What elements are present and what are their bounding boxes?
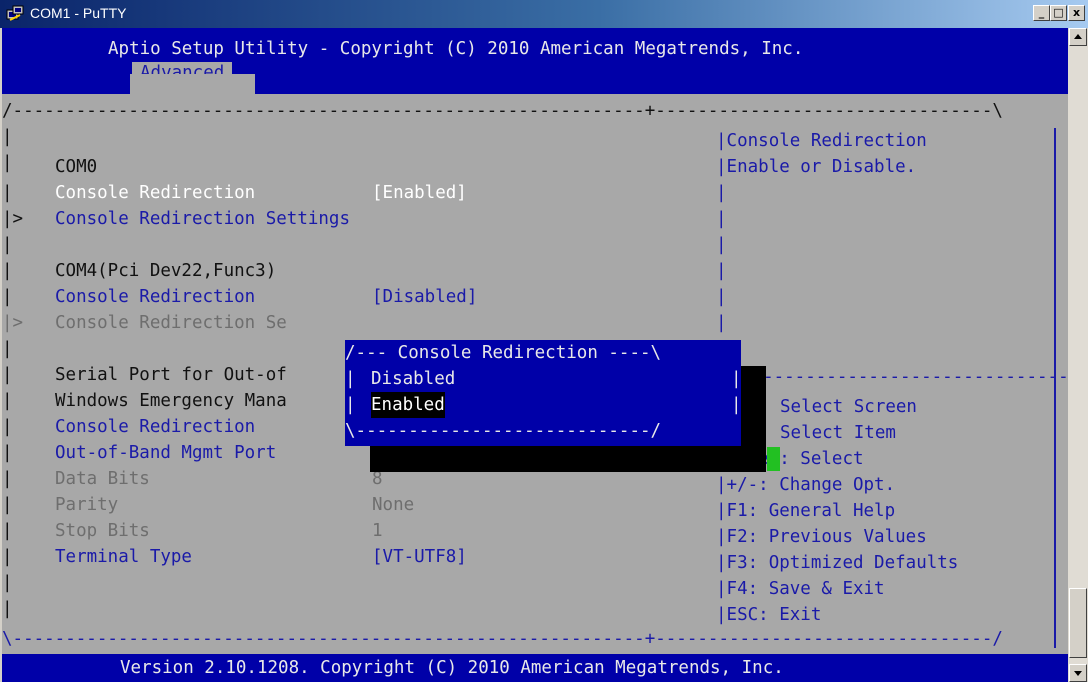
scrollbar-thumb[interactable] [1069,588,1087,658]
left-border: | [2,127,13,147]
left-border: | [2,235,13,255]
key-help-change: |+/-: Change Opt. [716,475,896,495]
box-top-border: /---------------------------------------… [2,101,1003,121]
left-border: | [2,599,13,619]
popup-option-disabled[interactable]: Disabled [371,366,455,392]
left-border: | [2,287,13,307]
divider: | [716,235,727,255]
terminal-type-value[interactable]: [VT-UTF8] [372,544,467,570]
console-redirection-com4-value[interactable]: [Disabled] [372,284,477,310]
putty-icon [6,5,24,21]
window-title: COM1 - PuTTY [30,5,127,21]
minimize-button[interactable]: _ [1033,5,1050,21]
window-title-bar[interactable]: COM1 - PuTTY _ □ x [0,0,1088,28]
popup-left-border: | [345,395,356,415]
divider: | [716,209,727,229]
com0-heading: COM0 [55,157,98,177]
popup-right-border: | [731,369,742,389]
right-border [1054,128,1058,648]
tab-advanced-cell [2,74,1068,94]
left-border: | [2,495,13,515]
left-border: | [2,417,13,437]
left-border: | [2,339,13,359]
parity-value: None [372,495,415,515]
bios-header-band: Aptio Setup Utility - Copyright (C) 2010… [2,28,1068,83]
left-border: | [2,521,13,541]
bios-footer-band: Version 2.10.1208. Copyright (C) 2010 Am… [2,654,1068,682]
key-help-f1: |F1: General Help [716,501,896,521]
divider: | [716,261,727,281]
divider: | [716,287,727,307]
key-help-f4: |F4: Save & Exit [716,579,885,599]
left-border: | [2,573,13,593]
help-line-2: |Enable or Disable. [716,157,917,177]
help-line-1: |Console Redirection [716,131,927,151]
left-border: | [2,391,13,411]
console-redirection-com4-label[interactable]: Console Redirection [55,284,255,310]
left-border: | [2,153,13,173]
terminal-type-label[interactable]: Terminal Type [55,544,192,570]
console-redirection-com0-label[interactable]: Console Redirection [55,180,255,206]
console-redirection-settings-com4[interactable]: Console Redirection Se [55,310,287,336]
left-border: | [2,365,13,385]
key-help-select-item: Select Item [780,423,896,443]
maximize-button[interactable]: □ [1050,5,1067,21]
popup-left-border: | [345,369,356,389]
divider: | [716,313,727,333]
serial-port-oob-heading: Serial Port for Out-of [55,365,287,385]
scroll-up-arrow-icon[interactable] [1069,28,1087,46]
divider: | [716,183,727,203]
left-border: | [2,443,13,463]
console-redirection-oob-label[interactable]: Console Redirection [55,414,255,440]
vertical-scrollbar[interactable] [1068,28,1088,682]
left-border: | [2,261,13,281]
stop-bits-label: Stop Bits [55,521,150,541]
console-redirection-settings-com0[interactable]: Console Redirection Settings [55,206,350,232]
key-help-f3: |F3: Optimized Defaults [716,553,959,573]
terminal-cursor [767,447,780,471]
bios-footer-text: Version 2.10.1208. Copyright (C) 2010 Am… [120,658,784,678]
data-bits-label: Data Bits [55,469,150,489]
stop-bits-value: 1 [372,521,383,541]
oob-mgmt-port-label[interactable]: Out-of-Band Mgmt Port [55,440,276,466]
parity-label: Parity [55,495,119,515]
key-help-f2: |F2: Previous Values [716,527,927,547]
left-border: | [2,183,13,203]
console-redirection-com0-value[interactable]: [Enabled] [372,180,467,206]
terminal-screen[interactable]: Aptio Setup Utility - Copyright (C) 2010… [2,28,1068,682]
windows-emergency-heading: Windows Emergency Mana [55,391,287,411]
submenu-indicator: |> [2,313,24,333]
left-border: | [2,547,13,567]
popup-right-border: | [731,395,742,415]
popup-option-enabled[interactable]: Enabled [371,392,445,418]
com4-heading: COM4(Pci Dev22,Func3) [55,261,277,281]
help-separator: -------------------------------- [742,367,1068,387]
box-bottom-border: \---------------------------------------… [2,629,1003,649]
close-button[interactable]: x [1068,5,1085,21]
console-redirection-popup[interactable]: /--- Console Redirection ----\ | Disable… [345,340,742,446]
scroll-down-arrow-icon[interactable] [1069,664,1087,682]
submenu-indicator: |> [2,209,24,229]
popup-title: /--- Console Redirection ----\ [345,343,662,363]
key-help-esc: |ESC: Exit [716,605,822,625]
key-help-select-screen: Select Screen [780,397,917,417]
popup-bottom: \----------------------------/ [345,421,662,441]
left-border: | [2,469,13,489]
bios-header-text: Aptio Setup Utility - Copyright (C) 2010… [108,39,804,59]
